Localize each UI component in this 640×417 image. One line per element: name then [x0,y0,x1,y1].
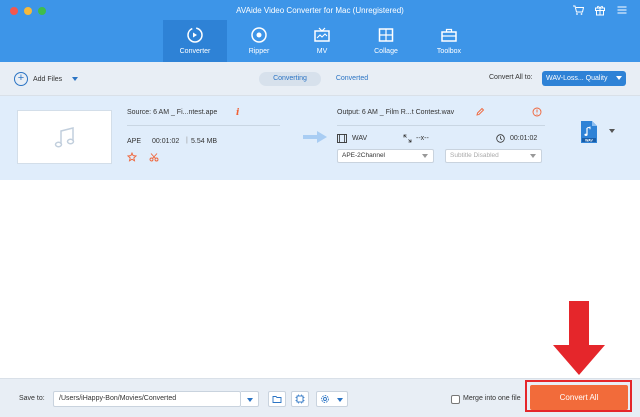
music-note-icon [54,127,75,148]
subtitle-select[interactable]: Subtitle Disabled [445,149,542,163]
enhance-icon[interactable] [127,152,137,162]
output-filename: Output: 6 AM _ Film R...t Contest.wav [337,109,455,116]
tab-label: Toolbox [436,48,462,55]
chevron-down-icon [247,398,253,402]
tab-ripper[interactable]: Ripper [227,20,291,62]
collage-icon [378,28,394,42]
file-list-area [0,180,640,378]
cut-icon[interactable] [149,152,159,162]
source-size: 5.54 MB [191,138,218,145]
status-segment: Converting Converted [259,72,383,86]
tab-converting[interactable]: Converting [259,72,321,86]
output-format: WAV [352,135,368,142]
film-icon [337,134,347,143]
tab-label: MV [316,48,328,55]
clock-icon [496,134,505,143]
tv-icon [314,27,330,42]
audio-track-select[interactable]: APE-2Channel [337,149,434,163]
tab-collage[interactable]: Collage [354,20,418,62]
convert-all-to-label: Convert All to: [489,74,533,81]
chevron-down-icon [422,154,428,158]
tab-mv[interactable]: MV [290,20,354,62]
output-format-badge-icon[interactable]: WAV [578,119,600,145]
chevron-down-icon [530,154,536,158]
disc-icon [251,27,267,43]
menu-icon[interactable] [616,4,628,16]
warning-icon[interactable] [532,107,542,117]
tab-converted[interactable]: Converted [327,72,377,86]
gear-icon [321,395,329,403]
source-filename: Source: 6 AM _ Fi...ntest.ape [127,109,218,116]
hardware-acceleration-button[interactable] [291,391,309,407]
gift-icon[interactable] [594,4,606,16]
save-path-dropdown[interactable] [241,391,259,407]
folder-icon [272,396,282,403]
tab-converter[interactable]: Converter [163,20,227,62]
chevron-down-icon[interactable] [609,129,615,133]
convert-all-format-select[interactable]: WAV-Loss... Quality [542,71,626,86]
output-resolution: --x-- [416,135,429,142]
chevron-down-icon [616,76,622,80]
cart-icon[interactable] [572,4,584,16]
converter-icon [187,27,203,43]
audio-track-value: APE-2Channel [342,152,385,159]
separator: | [186,137,188,144]
title-bar: AVAide Video Converter for Mac (Unregist… [0,0,640,62]
chevron-down-icon [337,398,343,402]
divider [337,125,545,126]
edit-icon[interactable] [475,107,485,117]
toolbar: + Add Files Converting Converted Convert… [0,62,640,96]
merge-checkbox[interactable] [451,395,460,404]
source-duration: 00:01:02 [152,138,180,145]
source-format: APE [127,138,142,145]
info-icon[interactable]: i [236,108,239,118]
format-select-value: WAV-Loss... Quality [546,75,608,82]
plus-icon: + [14,72,28,86]
window-title: AVAide Video Converter for Mac (Unregist… [236,6,404,15]
toolbox-icon [441,28,457,42]
tab-label: Ripper [248,48,270,55]
tab-toolbox[interactable]: Toolbox [417,20,481,62]
resize-icon [403,134,412,143]
output-duration: 00:01:02 [510,135,538,142]
divider [127,125,280,126]
main-nav: Converter Ripper MV Collage Toolbox [0,20,640,62]
badge-format-text: WAV [585,138,593,142]
add-files-label: Add Files [33,75,63,83]
save-to-label: Save to: [19,395,45,402]
chevron-down-icon[interactable] [72,77,79,81]
subtitle-value: Subtitle Disabled [450,152,499,159]
merge-label: Merge into one file [463,395,521,402]
add-files-button[interactable]: + Add Files [14,72,79,86]
annotation-highlight-box [525,380,632,412]
save-path-field[interactable]: /Users/iHappy-Bon/Movies/Converted [53,391,241,407]
arrow-right-icon [303,131,327,143]
chip-icon [295,394,305,404]
top-icons [572,4,628,16]
tab-label: Collage [374,48,398,55]
tab-label: Converter [179,48,211,55]
settings-button[interactable] [316,391,348,407]
open-folder-button[interactable] [268,391,286,407]
file-thumbnail[interactable] [17,110,112,164]
arrow-down-icon [553,301,605,375]
